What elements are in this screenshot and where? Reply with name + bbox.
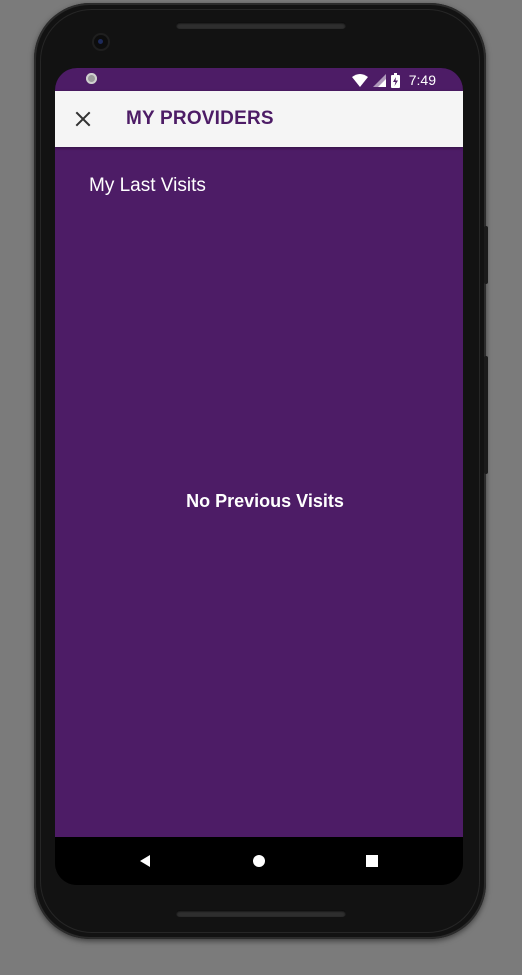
close-icon (75, 111, 91, 127)
battery-charging-icon (390, 72, 400, 88)
close-button[interactable] (67, 103, 99, 135)
volume-button (484, 356, 488, 474)
earpiece-speaker (176, 22, 346, 29)
recents-button[interactable] (360, 849, 384, 873)
status-time: 7:49 (408, 72, 436, 88)
section-title: My Last Visits (89, 175, 206, 196)
front-camera (94, 35, 108, 49)
status-icons: 7:49 (351, 71, 436, 89)
recents-square-icon (366, 855, 378, 867)
back-triangle-icon (140, 855, 150, 867)
status-bar: 7:49 (55, 68, 463, 91)
page-title: MY PROVIDERS (126, 108, 274, 129)
system-nav-bar (55, 837, 463, 885)
back-button[interactable] (133, 849, 157, 873)
notification-dot-icon (86, 73, 97, 84)
signal-icon (372, 73, 386, 87)
wifi-icon (351, 73, 368, 87)
home-circle-icon (253, 855, 265, 867)
bottom-speaker (176, 910, 346, 917)
visits-panel: My Last Visits No Previous Visits (55, 147, 463, 837)
empty-state-message: No Previous Visits (186, 491, 344, 511)
home-button[interactable] (247, 849, 271, 873)
app-bar: MY PROVIDERS (55, 91, 463, 147)
power-button (484, 226, 488, 284)
device-screen: 7:49 MY PROVIDERS My Last Visits No Prev… (55, 68, 463, 885)
